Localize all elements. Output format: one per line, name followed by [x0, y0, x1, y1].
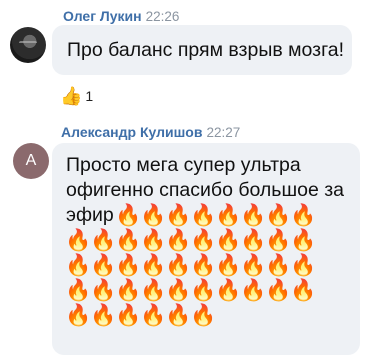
fire-emoji-icon: 🔥	[240, 279, 267, 302]
fire-emoji-icon: 🔥	[115, 254, 142, 277]
fire-emoji-icon: 🔥	[140, 254, 167, 277]
sender-name-oleg[interactable]: Олег Лукин 22:26	[63, 8, 179, 24]
thumbs-up-icon: 👍	[60, 86, 83, 106]
fire-emoji-icon: 🔥	[265, 254, 292, 277]
fire-emoji-icon: 🔥	[215, 204, 242, 227]
fire-emoji-icon: 🔥	[165, 204, 192, 227]
fire-emoji-icon: 🔥	[115, 229, 142, 252]
reaction-count: 1	[85, 88, 94, 104]
fire-emoji-icon: 🔥	[265, 204, 292, 227]
fire-emoji-icon: 🔥	[115, 204, 142, 227]
sender-avatar-alexander[interactable]: A	[13, 143, 49, 179]
fire-emoji-icon: 🔥	[190, 229, 217, 252]
fire-emoji-icon: 🔥	[215, 229, 242, 252]
message-text-line-3: эфир	[66, 204, 114, 226]
fire-emoji-icon: 🔥	[90, 229, 117, 252]
fire-emoji-icon: 🔥	[115, 304, 142, 327]
fire-emoji-icon: 🔥	[190, 279, 217, 302]
fire-emoji-icon: 🔥	[140, 279, 167, 302]
fire-emoji-icon: 🔥	[165, 229, 192, 252]
fire-emoji-icon: 🔥	[290, 204, 317, 227]
fire-emoji-icon: 🔥	[65, 304, 92, 327]
fire-emoji-icon: 🔥	[65, 254, 92, 277]
fire-emoji-icon: 🔥	[290, 254, 317, 277]
fire-emoji-icon: 🔥	[265, 279, 292, 302]
fire-emoji-icon: 🔥	[215, 279, 242, 302]
sender-avatar-oleg[interactable]	[10, 27, 46, 63]
message-bubble-oleg[interactable]: Про баланс прям взрыв мозга!	[52, 25, 352, 75]
sender-name-alexander[interactable]: Александр Кулишов 22:27	[61, 124, 240, 140]
fire-emoji-icon: 🔥	[165, 254, 192, 277]
message-text-line-1: Просто мега супер ультра	[66, 154, 301, 176]
fire-emoji-icon: 🔥	[265, 229, 292, 252]
fire-emoji-icon: 🔥	[290, 279, 317, 302]
fire-emoji-icon: 🔥	[165, 304, 192, 327]
fire-emoji-icon: 🔥	[140, 204, 167, 227]
fire-emoji-icon: 🔥	[240, 204, 267, 227]
fire-emoji-icon: 🔥	[115, 279, 142, 302]
fire-emoji-icon: 🔥	[240, 254, 267, 277]
fire-emoji-icon: 🔥	[90, 304, 117, 327]
fire-emoji-icon: 🔥	[65, 279, 92, 302]
fire-emoji-icon: 🔥	[90, 254, 117, 277]
sender-name-label: Олег Лукин	[63, 8, 142, 24]
fire-emoji-icon: 🔥	[290, 229, 317, 252]
message-bubble-alexander[interactable]: Просто мега супер ультра офигенно спасиб…	[52, 143, 360, 355]
fire-emoji-icon: 🔥	[140, 229, 167, 252]
fire-emoji-icon: 🔥	[190, 304, 217, 327]
message-text-line-2: офигенно спасибо большое за	[66, 179, 344, 201]
fire-emoji-icon: 🔥	[65, 229, 92, 252]
fire-emoji-icon: 🔥	[140, 304, 167, 327]
fire-emoji-icon: 🔥	[190, 254, 217, 277]
fire-emoji-icon: 🔥	[240, 229, 267, 252]
message-time: 22:27	[206, 125, 241, 140]
fire-emoji-icon: 🔥	[90, 279, 117, 302]
avatar-photo-detail	[19, 41, 37, 48]
sender-name-label: Александр Кулишов	[61, 124, 203, 140]
message-text: Про баланс прям взрыв мозга!	[67, 39, 345, 61]
fire-emoji-icon: 🔥	[215, 254, 242, 277]
fire-emoji-icon: 🔥	[190, 204, 217, 227]
message-time: 22:26	[145, 9, 180, 24]
reaction-thumbs-up[interactable]: 👍 1	[60, 84, 93, 108]
fire-emoji-icon: 🔥	[165, 279, 192, 302]
